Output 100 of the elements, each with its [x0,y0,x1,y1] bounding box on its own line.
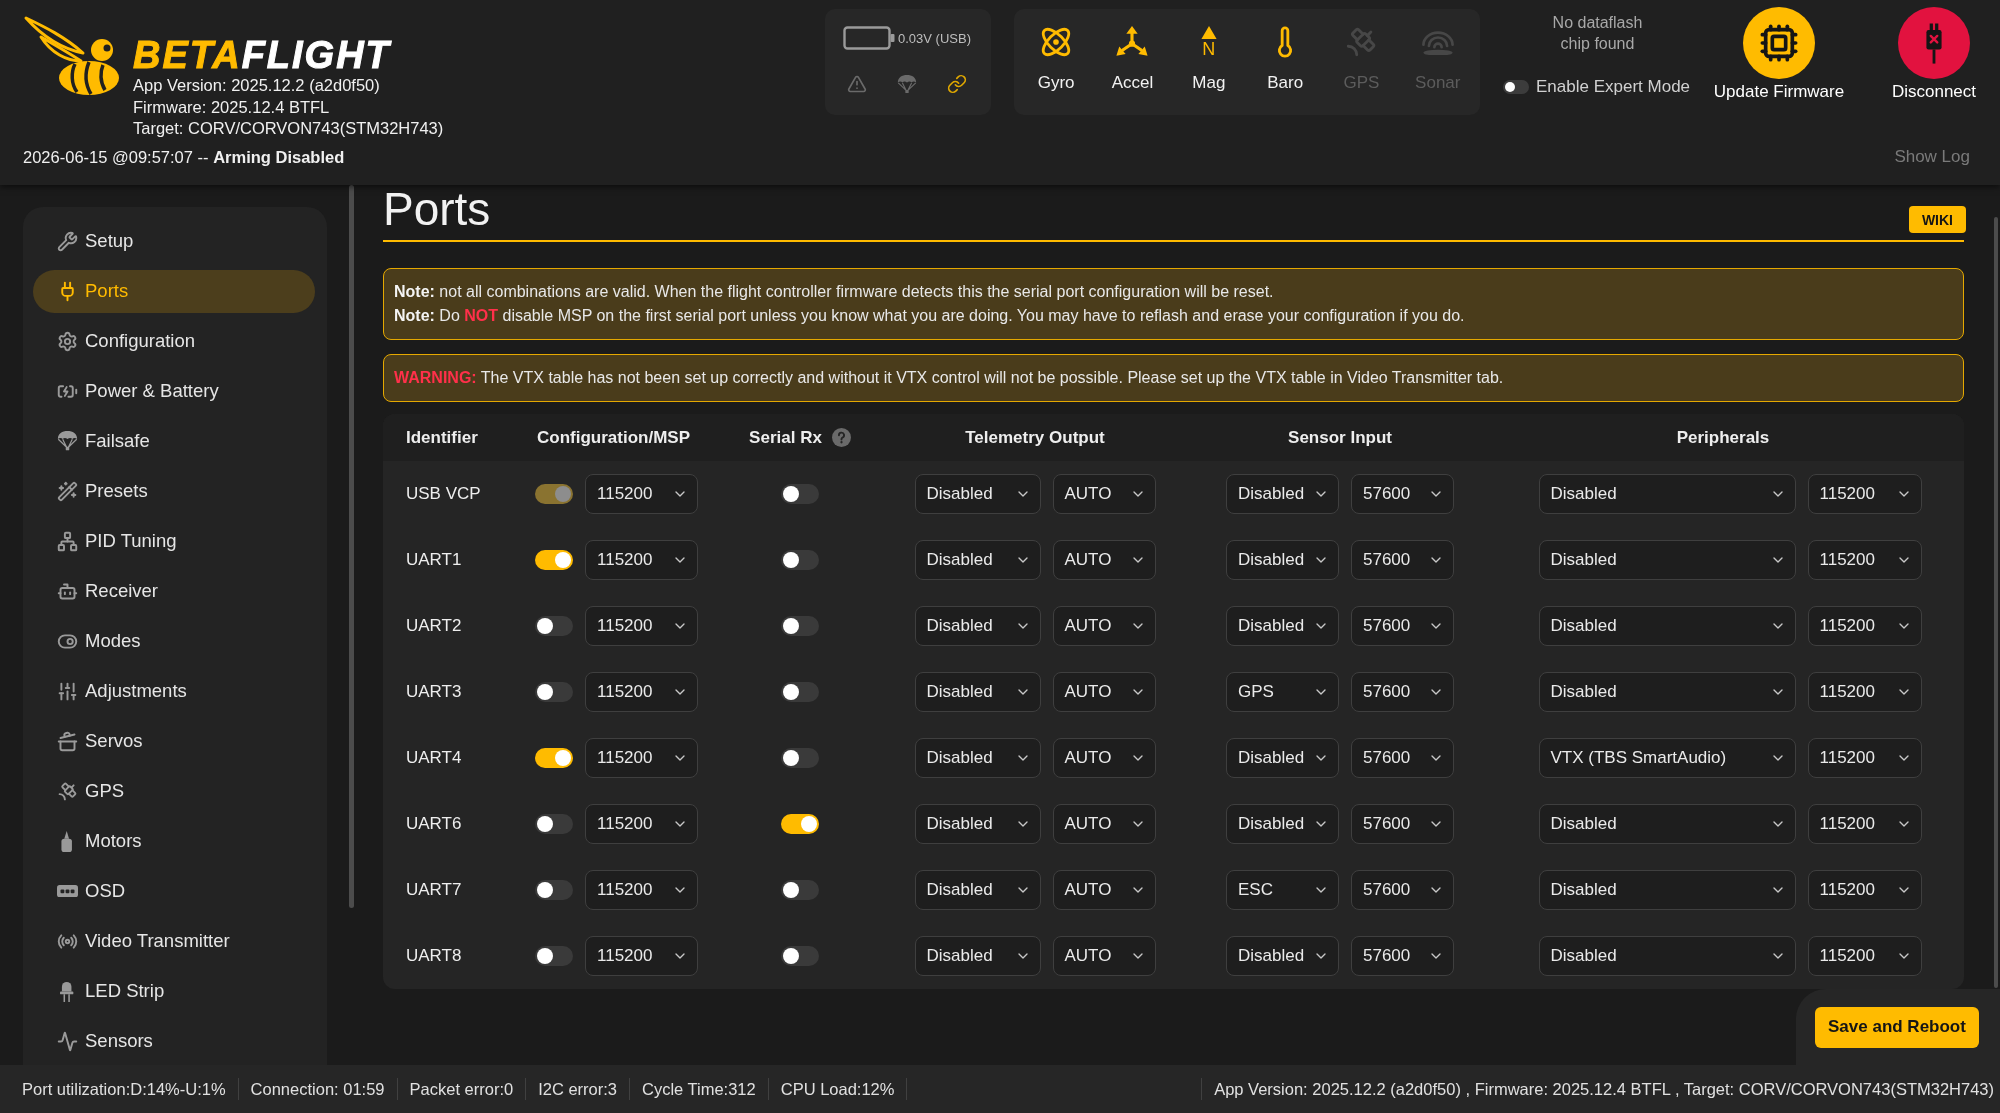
sensor-select[interactable]: Disabled [1226,804,1339,844]
telemetry-select[interactable]: Disabled [914,606,1041,646]
hierarchy-icon [56,530,78,552]
peripheral-select[interactable]: Disabled [1538,870,1796,910]
peripheral-baud-select[interactable]: 115200 [1807,672,1922,712]
peripheral-select[interactable]: Disabled [1538,804,1796,844]
telemetry-select[interactable]: Disabled [914,804,1041,844]
sidebar-item[interactable]: GPS [33,769,315,813]
sidebar-item[interactable]: Setup [33,219,315,263]
msp-baud-select[interactable]: 115200 [585,936,698,976]
telemetry-baud-select[interactable]: AUTO [1052,672,1156,712]
msp-toggle[interactable] [535,748,573,768]
sensor-select[interactable]: Disabled [1226,606,1339,646]
sensor-select[interactable]: Disabled [1226,936,1339,976]
sidebar-item[interactable]: Ports [33,269,315,313]
serial-rx-toggle[interactable] [781,748,819,768]
peripheral-select[interactable]: Disabled [1538,474,1796,514]
telemetry-baud-select[interactable]: AUTO [1052,870,1156,910]
msp-baud-select[interactable]: 115200 [585,672,698,712]
sensor-baud-select[interactable]: 57600 [1351,672,1454,712]
telemetry-select[interactable]: Disabled [914,738,1041,778]
telemetry-select[interactable]: Disabled [914,936,1041,976]
msp-toggle[interactable] [535,946,573,966]
serial-rx-toggle[interactable] [781,946,819,966]
peripheral-baud-select[interactable]: 115200 [1807,936,1922,976]
telemetry-baud-select[interactable]: AUTO [1052,474,1156,514]
sidebar-item[interactable]: LED Strip [33,969,315,1013]
serial-rx-toggle[interactable] [781,814,819,834]
peripheral-baud-select[interactable]: 115200 [1807,738,1922,778]
sensor-baud-select[interactable]: 57600 [1351,738,1454,778]
peripheral-baud-select[interactable]: 115200 [1807,474,1922,514]
sidebar-item[interactable]: OSD [33,869,315,913]
sidebar-item[interactable]: Adjustments [33,669,315,713]
sensor-baud-select[interactable]: 57600 [1351,540,1454,580]
sensor-select[interactable]: Disabled [1226,474,1339,514]
serial-rx-toggle[interactable] [781,484,819,504]
sensor-select[interactable]: Disabled [1226,738,1339,778]
telemetry-baud-select[interactable]: AUTO [1052,540,1156,580]
msp-toggle[interactable] [535,550,573,570]
peripheral-select[interactable]: Disabled [1538,540,1796,580]
serial-rx-toggle[interactable] [781,550,819,570]
sidebar-item[interactable]: Video Transmitter [33,919,315,963]
sidebar-item[interactable]: Receiver [33,569,315,613]
telemetry-select[interactable]: Disabled [914,870,1041,910]
serial-rx-toggle[interactable] [781,682,819,702]
sensor-select[interactable]: Disabled [1226,540,1339,580]
msp-toggle[interactable] [535,682,573,702]
peripheral-baud-select[interactable]: 115200 [1807,606,1922,646]
sidebar-item[interactable]: Sensors [33,1019,315,1063]
sensor-select[interactable]: GPS [1226,672,1339,712]
msp-baud-select[interactable]: 115200 [585,540,698,580]
peripheral-select[interactable]: Disabled [1538,936,1796,976]
telemetry-select[interactable]: Disabled [914,672,1041,712]
scrollbar[interactable] [1994,217,1998,988]
peripheral-select[interactable]: VTX (TBS SmartAudio) [1538,738,1796,778]
telemetry-baud-select[interactable]: AUTO [1052,936,1156,976]
peripheral-select[interactable]: Disabled [1538,672,1796,712]
msp-toggle[interactable] [535,814,573,834]
msp-baud-select[interactable]: 115200 [585,606,698,646]
peripheral-baud-select[interactable]: 115200 [1807,804,1922,844]
sensor-baud-select[interactable]: 57600 [1351,870,1454,910]
sensor-baud-select[interactable]: 57600 [1351,804,1454,844]
disconnect-button[interactable]: Disconnect [1874,0,1994,102]
peripheral-baud-select[interactable]: 115200 [1807,540,1922,580]
sidebar-item[interactable]: PID Tuning [33,519,315,563]
serial-rx-toggle[interactable] [781,616,819,636]
telemetry-select[interactable]: Disabled [914,540,1041,580]
expert-mode-toggle[interactable] [1503,80,1529,94]
telemetry-baud-select[interactable]: AUTO [1052,606,1156,646]
sidebar-item[interactable]: Motors [33,819,315,863]
version-info: App Version: 2025.12.2 (a2d0f50) [133,75,381,96]
sensor-select[interactable]: ESC [1226,870,1339,910]
msp-baud-select[interactable]: 115200 [585,738,698,778]
msp-baud-select[interactable]: 115200 [585,804,698,844]
peripheral-baud-select[interactable]: 115200 [1807,870,1922,910]
help-icon[interactable] [831,428,851,447]
wiki-button[interactable]: WIKI [1908,206,1966,233]
sidebar-item[interactable]: Failsafe [33,419,315,463]
show-log-link[interactable]: Show Log [1894,147,1970,167]
sensor-baud-select[interactable]: 57600 [1351,936,1454,976]
msp-baud-select[interactable]: 115200 [585,474,698,514]
update-firmware-button[interactable]: Update Firmware [1704,0,1854,102]
telemetry-baud-select[interactable]: AUTO [1052,738,1156,778]
msp-toggle[interactable] [535,616,573,636]
sidebar-item[interactable]: Servos [33,719,315,763]
serial-rx-toggle[interactable] [781,880,819,900]
sensor-baud-select[interactable]: 57600 [1351,474,1454,514]
msp-toggle[interactable] [535,880,573,900]
peripheral-select[interactable]: Disabled [1538,606,1796,646]
sidebar-item[interactable]: Power & Battery [33,369,315,413]
column-header: Telemetry Output [965,427,1105,448]
save-and-reboot-button[interactable]: Save and Reboot [1815,1006,1979,1048]
scrollbar[interactable] [349,185,354,908]
sidebar-item[interactable]: Presets [33,469,315,513]
sidebar-item[interactable]: Modes [33,619,315,663]
telemetry-select[interactable]: Disabled [914,474,1041,514]
msp-baud-select[interactable]: 115200 [585,870,698,910]
telemetry-baud-select[interactable]: AUTO [1052,804,1156,844]
sensor-baud-select[interactable]: 57600 [1351,606,1454,646]
sidebar-item[interactable]: Configuration [33,319,315,363]
